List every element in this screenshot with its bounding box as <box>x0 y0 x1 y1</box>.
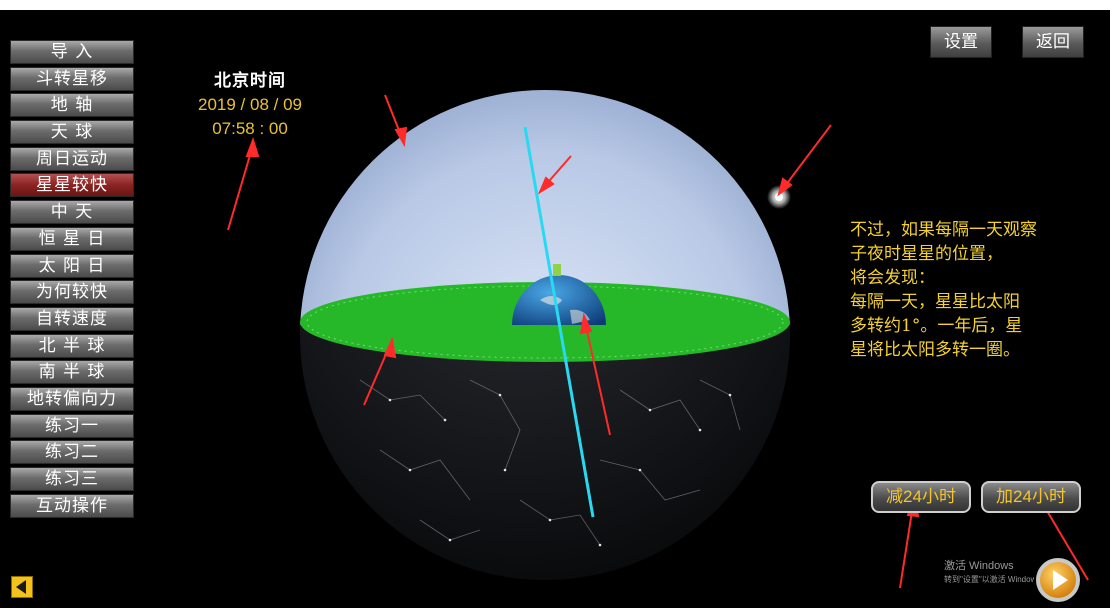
description-line: 星将比太阳多转一圈。 <box>850 340 1020 360</box>
menu-item-star-shift[interactable]: 斗转星移 <box>10 66 134 91</box>
menu-item-exercise-1[interactable]: 练习一 <box>10 413 134 438</box>
menu-item-earth-axis[interactable]: 地 轴 <box>10 93 134 118</box>
menu-item-exercise-3[interactable]: 练习三 <box>10 467 134 491</box>
back-arrow-button[interactable] <box>11 576 33 598</box>
menu-item-rotation-speed[interactable]: 自转速度 <box>10 306 134 331</box>
menu-item-interactive[interactable]: 互动操作 <box>10 493 134 518</box>
menu-item-culmination[interactable]: 中 天 <box>10 200 134 225</box>
menu-item-coriolis-force[interactable]: 地转偏向力 <box>10 386 134 411</box>
clock-time: 07:58 : 00 <box>212 119 288 138</box>
menu-item-diurnal-motion[interactable]: 周日运动 <box>10 146 134 171</box>
menu-item-stars-faster[interactable]: 星星较快 <box>10 173 134 198</box>
clock-title: 北京时间 <box>214 71 286 91</box>
description-line: 不过，如果每隔一天观察 <box>850 220 1037 240</box>
menu-item-celestial-sphere[interactable]: 天 球 <box>10 120 134 145</box>
menu-item-sidereal-day[interactable]: 恒 星 日 <box>10 226 134 251</box>
windows-activation-watermark: 激活 Windows 转到"设置"以激活 Windows。 <box>944 557 1034 585</box>
menu-item-exercise-2[interactable]: 练习二 <box>10 440 134 465</box>
description-line: 子夜时星星的位置， <box>850 244 1003 264</box>
description-line: 每隔一天，星星比太阳 <box>850 292 1020 312</box>
play-icon[interactable] <box>1034 556 1082 604</box>
plus-24-hours-button[interactable]: 加24小时 <box>981 481 1081 513</box>
menu-item-solar-day[interactable]: 太 阳 日 <box>10 253 134 278</box>
settings-button[interactable]: 设置 <box>930 26 992 58</box>
left-arrow-icon <box>16 580 26 594</box>
observer-figure <box>553 264 561 276</box>
watermark-subtitle: 转到"设置"以激活 Windows。 <box>944 575 1034 584</box>
beijing-clock: 北京时间 2019 / 08 / 09 07:58 : 00 <box>160 66 340 139</box>
menu-item-why-faster[interactable]: 为何较快 <box>10 280 134 305</box>
menu-item-northern-hemisphere[interactable]: 北 半 球 <box>10 333 134 358</box>
menu-item-intro[interactable]: 导 入 <box>10 40 134 64</box>
menu-item-southern-hemisphere[interactable]: 南 半 球 <box>10 360 134 385</box>
lesson-menu: 导 入 斗转星移 地 轴 天 球 周日运动 星星较快 中 天 恒 星 日 太 阳… <box>10 40 134 520</box>
minus-24-hours-button[interactable]: 减24小时 <box>871 481 971 513</box>
clock-date: 2019 / 08 / 09 <box>198 95 302 114</box>
description-line: 将会发现： <box>850 268 935 288</box>
watermark-title: 激活 Windows <box>944 560 1014 572</box>
description-line: 多转约1°。一年后，星 <box>850 316 1023 336</box>
lesson-description: 不过，如果每隔一天观察 子夜时星星的位置， 将会发现： 每隔一天，星星比太阳 多… <box>850 218 1100 362</box>
back-button[interactable]: 返回 <box>1022 26 1084 58</box>
